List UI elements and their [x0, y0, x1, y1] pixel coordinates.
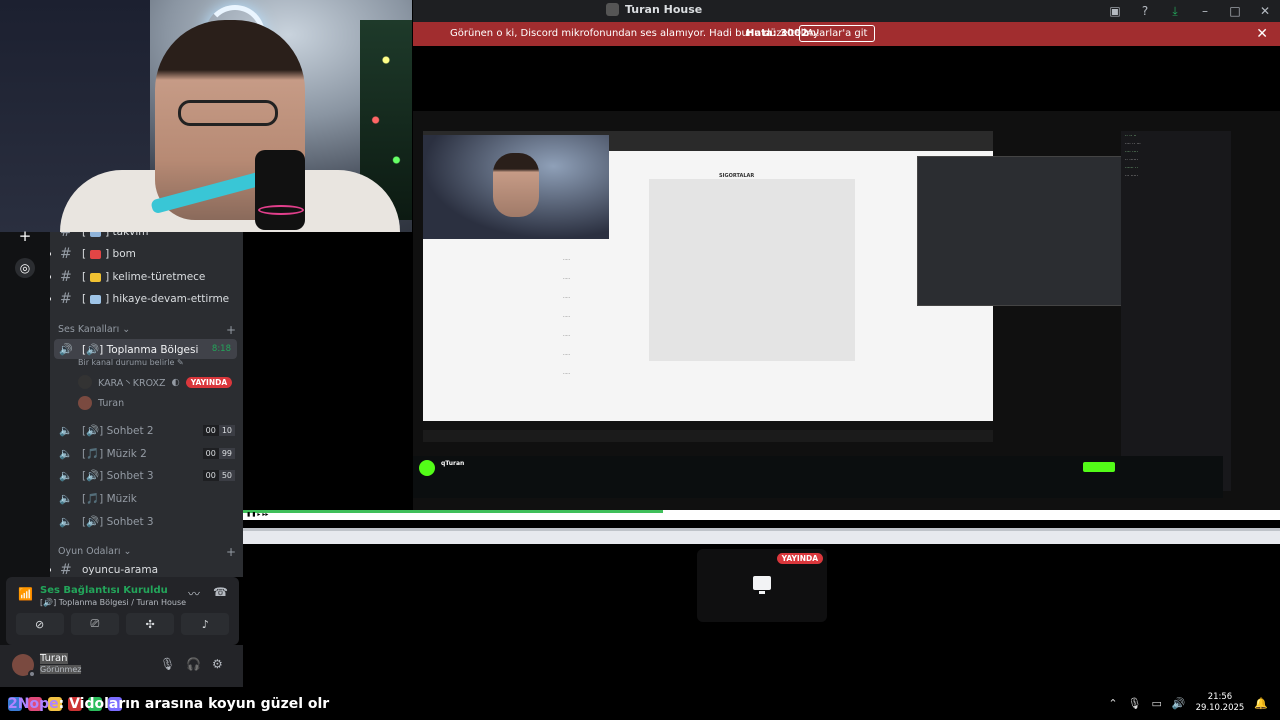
clock[interactable]: 21:56 29.10.2025: [1196, 692, 1245, 714]
close-icon[interactable]: ✕: [1250, 0, 1280, 22]
explore-icon[interactable]: ◎: [15, 258, 35, 278]
captured-windows-taskbar: [243, 528, 1280, 544]
voice-location: [🔊] Toplanma Bölgesi / Turan House: [40, 598, 187, 607]
activities-button[interactable]: ✣: [126, 613, 175, 635]
voice-channel[interactable]: 🔈 [🎵] Müzik: [50, 488, 243, 508]
speaker-icon: 🔈: [59, 423, 73, 437]
screen-share-button[interactable]: ⎚: [70, 613, 119, 635]
player-controls[interactable]: ▮ ▮ ▸ ▸▸: [247, 511, 268, 518]
microphone-icon[interactable]: 🎙: [160, 657, 175, 671]
kick-logo: [419, 460, 435, 476]
text-channel[interactable]: # [] hikaye-devam-ettirme: [50, 289, 243, 309]
text-channel[interactable]: # oyuncu-arama: [50, 560, 243, 577]
user-status: Görünmez: [40, 665, 82, 674]
voice-channel[interactable]: 🔈 [🔊] Sohbet 2 00 10: [50, 420, 243, 440]
channel-status[interactable]: Bir kanal durumu belirle ✎: [78, 358, 184, 367]
error-banner: Görünen o ki, Discord mikrofonundan ses …: [413, 22, 1280, 46]
help-icon[interactable]: ?: [1130, 0, 1160, 22]
title-bar: Turan House ▣ ? ⤓ – □ ✕: [413, 0, 1280, 22]
status-indicator: [28, 670, 36, 678]
voice-member[interactable]: Turan: [78, 396, 124, 410]
avatar: [78, 396, 92, 410]
voice-member[interactable]: KARA丶KROXZ ◐ YAYINDA: [78, 375, 233, 389]
text-channel[interactable]: # [] bom: [50, 244, 243, 264]
follow-button: [1083, 462, 1115, 472]
volume-icon[interactable]: 🔊: [1172, 697, 1186, 710]
discord-window: Turan House ▣ ? ⤓ – □ ✕ Görünen o ki, Di…: [0, 0, 1280, 720]
speaker-icon: 🔈: [59, 514, 73, 528]
nested-discord-window: [917, 156, 1127, 306]
video-player-bar[interactable]: ▮ ▮ ▸ ▸▸: [243, 510, 1280, 520]
maximize-icon[interactable]: □: [1220, 0, 1250, 22]
speaker-icon: 🔊: [59, 342, 73, 356]
noise-suppression-icon[interactable]: 〰: [188, 585, 200, 602]
disconnect-icon[interactable]: ☎: [213, 585, 228, 599]
system-tray: ⌃ 🎙 ▭ 🔊 21:56 29.10.2025 🔔: [1108, 692, 1268, 714]
server-icon: [606, 3, 619, 16]
hash-icon: #: [60, 269, 72, 285]
webcam-in-stream: [423, 135, 609, 239]
hash-icon: #: [60, 562, 72, 577]
notification-icon[interactable]: 🔔: [1254, 697, 1268, 710]
live-badge: YAYINDA: [776, 553, 823, 564]
voice-category[interactable]: Ses Kanalları ⌄ +: [58, 323, 236, 337]
window-title: Turan House: [625, 3, 703, 16]
download-icon[interactable]: ⤓: [1160, 0, 1190, 22]
screen-share-icon: ◐: [171, 376, 180, 388]
speaker-icon: 🔈: [59, 468, 73, 482]
camera-off-button[interactable]: ⊘: [15, 613, 64, 635]
voice-connection-panel: 📶 Ses Bağlantısı Kuruldu [🔊] Toplanma Bö…: [6, 577, 239, 645]
voice-status[interactable]: Ses Bağlantısı Kuruldu: [40, 585, 168, 596]
text-channel[interactable]: # [] kelime-türetmece: [50, 267, 243, 287]
kick-channel-bar: qTuran: [413, 456, 1223, 498]
monitor-icon: [753, 576, 771, 594]
voice-channel[interactable]: 🔈 [🔊] Sohbet 3: [50, 511, 243, 531]
channel-list: # [] takvim # [] bom # [] kelime-türetme…: [50, 232, 243, 577]
chat-overlay-caption: 2Nope: Vidoların arasına koyun güzel olr: [8, 696, 330, 712]
signal-icon[interactable]: 📶: [18, 587, 33, 601]
shared-screen: SIGORTALAR ····· ····· ····· ····· ····· ····…: [413, 111, 1280, 511]
minimize-icon[interactable]: –: [1190, 0, 1220, 22]
form-panel: [649, 179, 855, 361]
inner-taskbar: [423, 430, 993, 442]
soundboard-button[interactable]: ♪: [181, 613, 230, 635]
hash-icon: #: [60, 246, 72, 262]
speaker-icon: 🔈: [59, 491, 73, 505]
voice-channel-active[interactable]: 🔊 [🔊] Toplanma Bölgesi 8:18: [54, 339, 237, 359]
inbox-icon[interactable]: ▣: [1100, 0, 1130, 22]
go-to-settings-button[interactable]: Ayarlar'a git: [799, 25, 876, 42]
chevron-up-icon[interactable]: ⌃: [1108, 697, 1117, 710]
user-panel: Turan Görünmez 🎙 🎧 ⚙: [0, 645, 243, 687]
hash-icon: #: [60, 232, 72, 240]
stream-tile[interactable]: YAYINDA: [697, 549, 827, 622]
stream-view[interactable]: SIGORTALAR ····· ····· ····· ····· ····· ····…: [243, 46, 1280, 520]
kick-chat: ·· ·· ·· ···· ·· ··· ···· ···· ·· ······ ··…: [1121, 131, 1231, 491]
speaker-icon: 🔈: [59, 446, 73, 460]
add-channel-icon[interactable]: +: [226, 545, 236, 559]
add-channel-icon[interactable]: +: [226, 323, 236, 337]
voice-timer: 8:18: [211, 344, 231, 354]
text-channel[interactable]: # [] takvim: [50, 232, 243, 242]
avatar: [78, 375, 92, 389]
username[interactable]: Turan: [40, 653, 68, 664]
live-badge: YAYINDA: [185, 376, 233, 388]
banner-close-icon[interactable]: ✕: [1256, 26, 1268, 42]
webcam-overlay: [0, 0, 412, 232]
voice-channel[interactable]: 🔈 [🔊] Sohbet 3 00 50: [50, 465, 243, 485]
headphones-icon[interactable]: 🎧: [186, 657, 201, 671]
network-icon[interactable]: ▭: [1152, 697, 1162, 710]
progress-bar[interactable]: [243, 510, 663, 513]
microphone-icon[interactable]: 🎙: [1128, 697, 1142, 710]
hash-icon: #: [60, 291, 72, 307]
games-category[interactable]: Oyun Odaları ⌄ +: [58, 545, 236, 559]
settings-gear-icon[interactable]: ⚙: [212, 657, 223, 671]
add-server-icon[interactable]: +: [15, 226, 35, 246]
voice-channel[interactable]: 🔈 [🎵] Müzik 2 00 99: [50, 443, 243, 463]
microphone: [255, 150, 305, 230]
